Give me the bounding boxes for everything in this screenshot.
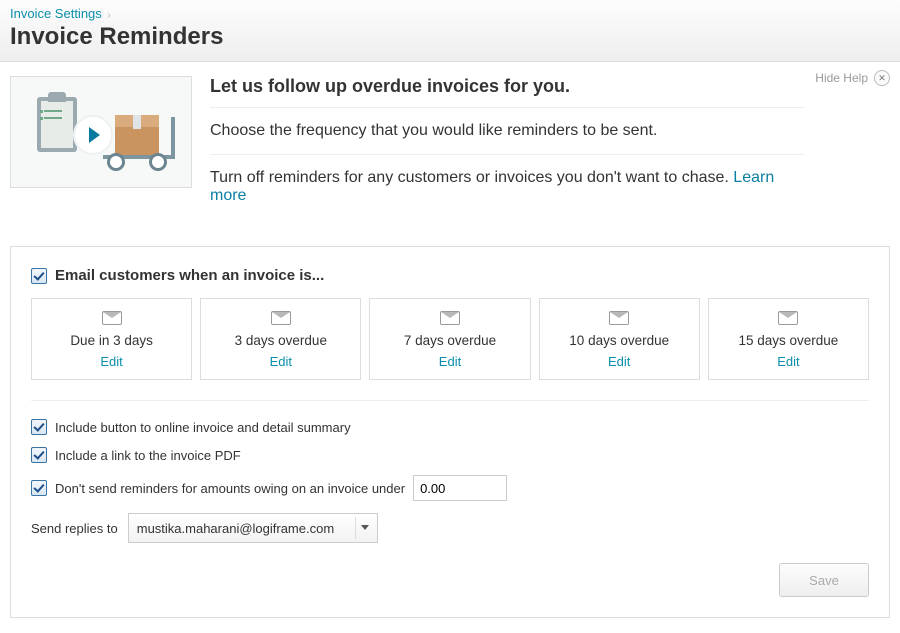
include-pdf-label: Include a link to the invoice PDF bbox=[55, 448, 241, 463]
reminder-card-label: 10 days overdue bbox=[548, 333, 691, 348]
send-replies-label: Send replies to bbox=[31, 521, 118, 536]
reminder-card-label: 15 days overdue bbox=[717, 333, 860, 348]
settings-panel: Email customers when an invoice is... Du… bbox=[10, 246, 890, 618]
email-customers-checkbox[interactable] bbox=[31, 268, 47, 284]
reminder-edit-link[interactable]: Edit bbox=[439, 354, 461, 369]
reminder-card: 7 days overdue Edit bbox=[369, 298, 530, 380]
help-panel: Let us follow up overdue invoices for yo… bbox=[0, 62, 815, 221]
reminder-card: Due in 3 days Edit bbox=[31, 298, 192, 380]
min-amount-checkbox[interactable] bbox=[31, 480, 47, 496]
chevron-down-icon bbox=[361, 525, 369, 530]
reminder-edit-link[interactable]: Edit bbox=[270, 354, 292, 369]
reminder-cards: Due in 3 days Edit 3 days overdue Edit 7… bbox=[31, 298, 869, 380]
close-icon: ✕ bbox=[874, 70, 890, 86]
reminder-card: 10 days overdue Edit bbox=[539, 298, 700, 380]
min-amount-label: Don't send reminders for amounts owing o… bbox=[55, 481, 405, 496]
help-heading: Let us follow up overdue invoices for yo… bbox=[210, 76, 805, 97]
reminder-card-label: Due in 3 days bbox=[40, 333, 183, 348]
envelope-icon bbox=[102, 311, 122, 325]
reminder-card: 3 days overdue Edit bbox=[200, 298, 361, 380]
envelope-icon bbox=[609, 311, 629, 325]
reminder-edit-link[interactable]: Edit bbox=[608, 354, 630, 369]
save-button[interactable]: Save bbox=[779, 563, 869, 597]
include-button-label: Include button to online invoice and det… bbox=[55, 420, 351, 435]
page-header: Invoice Settings › Invoice Reminders bbox=[0, 0, 900, 62]
send-replies-select[interactable]: mustika.maharani@logiframe.com bbox=[128, 513, 378, 543]
reminder-card: 15 days overdue Edit bbox=[708, 298, 869, 380]
help-line-frequency: Choose the frequency that you would like… bbox=[210, 116, 805, 146]
reminder-edit-link[interactable]: Edit bbox=[100, 354, 122, 369]
hide-help-label: Hide Help bbox=[815, 71, 868, 85]
help-line-turnoff: Turn off reminders for any customers or … bbox=[210, 163, 805, 211]
play-icon bbox=[75, 117, 111, 153]
min-amount-input[interactable] bbox=[413, 475, 507, 501]
envelope-icon bbox=[271, 311, 291, 325]
email-customers-label: Email customers when an invoice is... bbox=[55, 267, 324, 284]
page-title: Invoice Reminders bbox=[10, 23, 890, 51]
hide-help-button[interactable]: Hide Help ✕ bbox=[815, 70, 890, 86]
include-pdf-checkbox[interactable] bbox=[31, 447, 47, 463]
envelope-icon bbox=[440, 311, 460, 325]
reminder-card-label: 3 days overdue bbox=[209, 333, 352, 348]
send-replies-value: mustika.maharani@logiframe.com bbox=[137, 521, 334, 536]
breadcrumb-caret-icon: › bbox=[107, 10, 110, 21]
help-line-turnoff-text: Turn off reminders for any customers or … bbox=[210, 169, 733, 186]
reminder-card-label: 7 days overdue bbox=[378, 333, 521, 348]
help-illustration[interactable] bbox=[10, 76, 192, 188]
include-button-checkbox[interactable] bbox=[31, 419, 47, 435]
reminder-edit-link[interactable]: Edit bbox=[777, 354, 799, 369]
envelope-icon bbox=[778, 311, 798, 325]
breadcrumb-parent-link[interactable]: Invoice Settings bbox=[10, 6, 102, 21]
